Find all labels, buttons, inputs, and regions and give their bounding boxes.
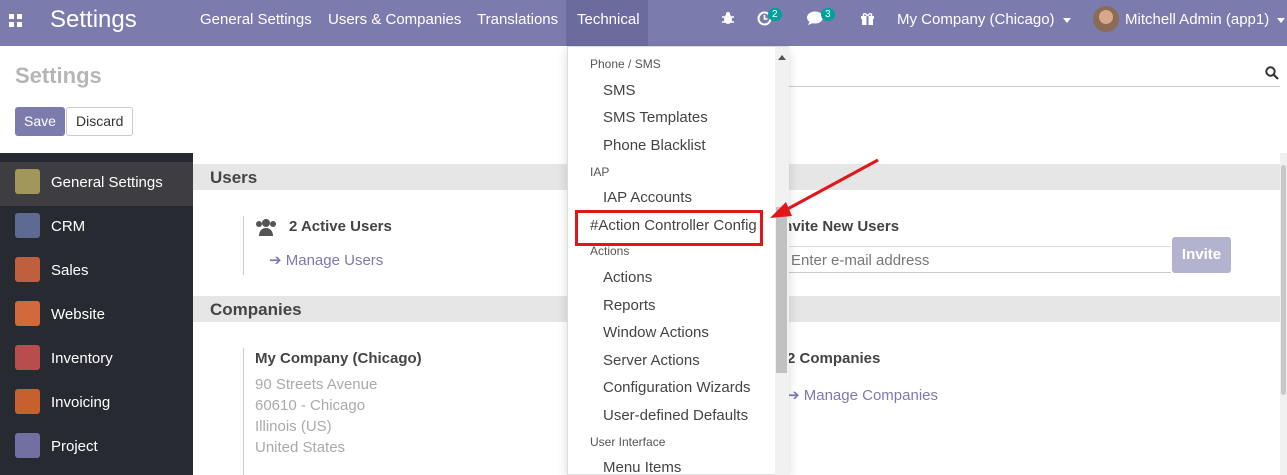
annotation-arrow-icon <box>770 158 879 218</box>
menu-general-settings[interactable]: General Settings <box>189 0 323 46</box>
save-button[interactable]: Save <box>15 107 65 136</box>
sidebar-item-label: Invoicing <box>51 394 111 411</box>
menu-translations[interactable]: Translations <box>466 0 569 46</box>
discard-button[interactable]: Discard <box>66 107 134 136</box>
dropdown-scrollbar[interactable] <box>775 47 789 475</box>
company-name: My Company (Chicago) <box>897 11 1055 28</box>
chevron-down-icon <box>1277 17 1286 23</box>
box-icon <box>15 345 40 370</box>
sidebar-item-general-settings[interactable]: General Settings <box>0 162 193 206</box>
company-name: My Company (Chicago) <box>255 350 422 367</box>
dropdown-item-window-actions[interactable]: Window Actions <box>603 324 709 341</box>
page-title: Settings <box>15 63 102 88</box>
sidebar-item-sales[interactable]: Sales <box>0 250 193 294</box>
arrow-right-icon: ➔ <box>269 252 282 269</box>
divider <box>243 216 244 275</box>
address-city: 60610 - Chicago <box>255 397 366 414</box>
app-title: Settings <box>50 6 137 33</box>
page-scrollbar[interactable] <box>1280 153 1287 475</box>
avatar[interactable] <box>1093 6 1119 32</box>
sidebar-item-label: General Settings <box>51 174 163 191</box>
dropdown-item-user-defined-defaults[interactable]: User-defined Defaults <box>603 407 748 424</box>
sidebar-item-website[interactable]: Website <box>0 294 193 338</box>
menu-technical[interactable]: Technical <box>566 0 648 46</box>
email-field[interactable]: Enter e-mail address <box>788 246 1171 273</box>
divider <box>243 348 244 475</box>
dropdown-header-phone-sms: Phone / SMS <box>590 57 661 71</box>
globe-icon <box>15 301 40 326</box>
dollar-icon <box>15 389 40 414</box>
sidebar-item-project[interactable]: Project <box>0 426 193 470</box>
handshake-icon <box>15 213 40 238</box>
menu-users-companies[interactable]: Users & Companies <box>317 0 472 46</box>
section-title: Companies <box>210 300 302 319</box>
dropdown-item-phone-blacklist[interactable]: Phone Blacklist <box>603 137 706 154</box>
sidebar-item-label: Sales <box>51 262 89 279</box>
dropdown-header-user-interface: User Interface <box>590 435 666 449</box>
sidebar-item-label: Project <box>51 438 98 455</box>
sidebar-item-invoicing[interactable]: Invoicing <box>0 382 193 426</box>
sidebar-item-label: CRM <box>51 218 86 235</box>
search-input[interactable] <box>788 86 1280 87</box>
scrollbar-thumb[interactable] <box>776 207 787 373</box>
messages-badge: 3 <box>821 8 835 21</box>
sidebar-item-crm[interactable]: CRM <box>0 206 193 250</box>
chevron-down-icon <box>1062 17 1071 23</box>
annotation-highlight-box <box>575 210 763 246</box>
link-label: Manage Users <box>285 252 384 269</box>
settings-sidebar: General Settings CRM Sales Website Inven… <box>0 153 193 475</box>
search-icon[interactable] <box>1265 66 1279 80</box>
dropdown-header-actions: Actions <box>590 244 630 258</box>
companies-count: 2 Companies <box>787 350 881 367</box>
dropdown-item-sms[interactable]: SMS <box>603 82 636 99</box>
technical-dropdown-menu: Phone / SMS SMS SMS Templates Phone Blac… <box>567 46 789 475</box>
apps-grid-icon[interactable] <box>9 14 23 28</box>
puzzle-icon <box>15 433 40 458</box>
address-state: Illinois (US) <box>255 418 332 435</box>
active-users-count: 2 Active Users <box>289 218 392 235</box>
dropdown-item-server-actions[interactable]: Server Actions <box>603 352 700 369</box>
dropdown-item-sms-templates[interactable]: SMS Templates <box>603 109 708 126</box>
dropdown-item-iap-accounts[interactable]: IAP Accounts <box>603 189 692 206</box>
users-icon <box>255 218 277 239</box>
dropdown-item-reports[interactable]: Reports <box>603 297 656 314</box>
address-street: 90 Streets Avenue <box>255 376 378 393</box>
manage-users-link[interactable]: ➔ Manage Users <box>269 251 383 269</box>
sidebar-item-label: Website <box>51 306 105 323</box>
scroll-up-icon[interactable] <box>778 55 786 60</box>
company-switcher[interactable]: My Company (Chicago) <box>897 11 1071 28</box>
chart-icon <box>15 257 40 282</box>
user-name: Mitchell Admin (app1) <box>1125 11 1270 28</box>
activity-clock-icon[interactable]: 2 <box>757 8 782 30</box>
manage-companies-link[interactable]: ➔ Manage Companies <box>787 386 938 404</box>
email-placeholder: Enter e-mail address <box>791 252 930 269</box>
scrollbar-thumb[interactable] <box>1281 165 1286 395</box>
gear-icon <box>15 169 40 194</box>
dropdown-item-actions[interactable]: Actions <box>603 269 652 286</box>
dropdown-item-configuration-wizards[interactable]: Configuration Wizards <box>603 379 751 396</box>
user-menu[interactable]: Mitchell Admin (app1) <box>1125 11 1286 28</box>
dropdown-header-iap: IAP <box>590 165 610 179</box>
gift-icon[interactable] <box>860 11 875 30</box>
activity-badge: 2 <box>768 8 782 21</box>
dropdown-item-menu-items[interactable]: Menu Items <box>603 459 681 475</box>
top-navbar: Settings General Settings Users & Compan… <box>0 0 1287 46</box>
address-country: United States <box>255 439 346 456</box>
section-title: Users <box>210 168 258 187</box>
debug-bug-icon[interactable] <box>721 11 735 29</box>
sidebar-item-label: Inventory <box>51 350 113 367</box>
messages-chat-icon[interactable]: 3 <box>807 8 835 30</box>
invite-button[interactable]: Invite <box>1172 237 1231 273</box>
link-label: Manage Companies <box>803 387 938 404</box>
sidebar-item-inventory[interactable]: Inventory <box>0 338 193 382</box>
